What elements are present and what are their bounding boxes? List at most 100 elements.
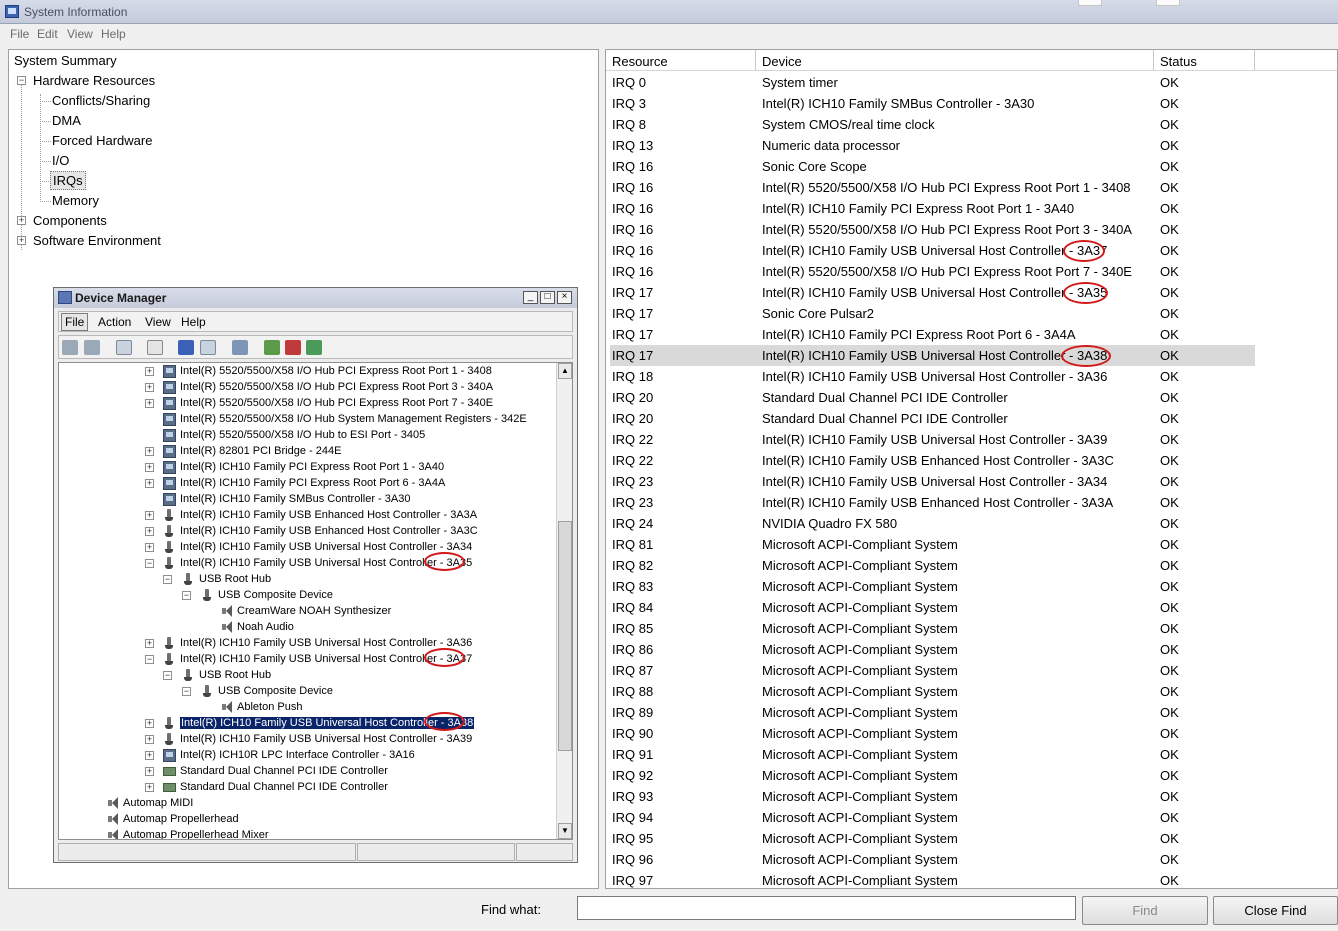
table-row[interactable]: IRQ 81 Microsoft ACPI-Compliant System OK [606,534,1337,555]
table-row[interactable]: IRQ 96 Microsoft ACPI-Compliant System OK [606,849,1337,870]
expand-icon[interactable]: + [145,543,154,552]
table-row[interactable]: IRQ 17 Sonic Core Pulsar2 OK [606,303,1337,324]
table-row[interactable]: IRQ 89 Microsoft ACPI-Compliant System OK [606,702,1337,723]
expand-icon[interactable]: + [145,735,154,744]
expand-icon[interactable]: + [145,527,154,536]
minimize-button[interactable] [1078,0,1102,6]
table-row[interactable]: IRQ 88 Microsoft ACPI-Compliant System OK [606,681,1337,702]
expand-icon[interactable]: + [145,639,154,648]
column-header-device[interactable]: Device [756,50,1154,71]
forward-icon[interactable] [84,340,100,355]
collapse-icon[interactable]: − [17,76,26,85]
table-row[interactable]: IRQ 8 System CMOS/real time clock OK [606,114,1337,135]
irq-table[interactable]: Resource Device Status IRQ 0 System timer… [605,49,1338,889]
expand-icon[interactable]: + [17,216,26,225]
table-row[interactable]: IRQ 20 Standard Dual Channel PCI IDE Cont… [606,408,1337,429]
scroll-down-icon[interactable]: ▼ [558,823,572,839]
scan-hardware-icon[interactable] [232,340,248,355]
uninstall-icon[interactable] [285,340,301,355]
collapse-icon[interactable]: − [182,591,191,600]
table-row[interactable]: IRQ 84 Microsoft ACPI-Compliant System OK [606,597,1337,618]
table-row[interactable]: IRQ 82 Microsoft ACPI-Compliant System OK [606,555,1337,576]
column-header-status[interactable]: Status [1154,50,1255,71]
tree-components[interactable]: Components [33,213,107,228]
close-find-button[interactable]: Close Find [1213,896,1338,925]
menu-edit[interactable]: Edit [37,27,58,41]
table-row[interactable]: IRQ 24 NVIDIA Quadro FX 580 OK [606,513,1337,534]
table-row[interactable]: IRQ 90 Microsoft ACPI-Compliant System OK [606,723,1337,744]
device-tree-scrollbar[interactable]: ▲ ▼ [556,363,572,839]
table-row[interactable]: IRQ 17 Intel(R) ICH10 Family USB Universa… [606,345,1337,366]
tree-dma[interactable]: DMA [52,113,81,128]
table-row[interactable]: IRQ 97 Microsoft ACPI-Compliant System OK [606,870,1337,888]
expand-icon[interactable]: + [17,236,26,245]
device-tree[interactable]: + Intel(R) 5520/5500/X58 I/O Hub PCI Expr… [58,362,573,840]
dm-minimize-button[interactable]: _ [523,291,538,304]
table-row[interactable]: IRQ 13 Numeric data processor OK [606,135,1337,156]
table-row[interactable]: IRQ 92 Microsoft ACPI-Compliant System OK [606,765,1337,786]
table-row[interactable]: IRQ 83 Microsoft ACPI-Compliant System OK [606,576,1337,597]
expand-icon[interactable]: + [145,719,154,728]
dm-restore-button[interactable]: □ [540,291,555,304]
dm-menu-help[interactable]: Help [181,315,206,329]
table-row[interactable]: IRQ 23 Intel(R) ICH10 Family USB Universa… [606,471,1337,492]
table-row[interactable]: IRQ 87 Microsoft ACPI-Compliant System OK [606,660,1337,681]
menu-file[interactable]: File [10,27,29,41]
table-row[interactable]: IRQ 0 System timer OK [606,72,1337,93]
scroll-up-icon[interactable]: ▲ [558,363,572,379]
table-row[interactable]: IRQ 22 Intel(R) ICH10 Family USB Universa… [606,429,1337,450]
tree-system-summary[interactable]: System Summary [14,53,117,68]
expand-icon[interactable]: + [145,751,154,760]
table-row[interactable]: IRQ 20 Standard Dual Channel PCI IDE Cont… [606,387,1337,408]
collapse-icon[interactable]: − [182,687,191,696]
expand-icon[interactable]: + [145,367,154,376]
table-row[interactable]: IRQ 91 Microsoft ACPI-Compliant System OK [606,744,1337,765]
expand-icon[interactable]: + [145,463,154,472]
table-row[interactable]: IRQ 18 Intel(R) ICH10 Family USB Universa… [606,366,1337,387]
menu-help[interactable]: Help [101,27,126,41]
maximize-button[interactable] [1156,0,1180,6]
table-row[interactable]: IRQ 95 Microsoft ACPI-Compliant System OK [606,828,1337,849]
scroll-thumb[interactable] [558,521,572,751]
tree-software-environment[interactable]: Software Environment [33,233,161,248]
expand-icon[interactable]: + [145,447,154,456]
find-button[interactable]: Find [1082,896,1208,925]
collapse-icon[interactable]: − [163,575,172,584]
table-row[interactable]: IRQ 16 Intel(R) ICH10 Family USB Universa… [606,240,1337,261]
table-row[interactable]: IRQ 94 Microsoft ACPI-Compliant System OK [606,807,1337,828]
table-row[interactable]: IRQ 86 Microsoft ACPI-Compliant System OK [606,639,1337,660]
tree-io[interactable]: I/O [52,153,69,168]
tree-memory[interactable]: Memory [52,193,99,208]
dm-menu-view[interactable]: View [145,315,171,329]
tree-hardware-resources[interactable]: Hardware Resources [33,73,155,88]
table-row[interactable]: IRQ 16 Intel(R) ICH10 Family PCI Express … [606,198,1337,219]
table-row[interactable]: IRQ 16 Intel(R) 5520/5500/X58 I/O Hub PCI… [606,219,1337,240]
collapse-icon[interactable]: − [163,671,172,680]
table-row[interactable]: IRQ 16 Intel(R) 5520/5500/X58 I/O Hub PCI… [606,177,1337,198]
column-header-resource[interactable]: Resource [606,50,756,71]
expand-icon[interactable]: + [145,399,154,408]
help-icon[interactable] [178,340,194,355]
menu-view[interactable]: View [67,27,93,41]
tree-irqs[interactable]: IRQs [50,171,86,190]
table-row[interactable]: IRQ 16 Intel(R) 5520/5500/X58 I/O Hub PCI… [606,261,1337,282]
table-row[interactable]: IRQ 16 Sonic Core Scope OK [606,156,1337,177]
properties-icon[interactable] [147,340,163,355]
table-row[interactable]: IRQ 85 Microsoft ACPI-Compliant System OK [606,618,1337,639]
view-icon[interactable] [200,340,216,355]
dm-menu-file[interactable]: File [61,313,89,331]
expand-icon[interactable]: + [145,767,154,776]
update-driver-icon[interactable] [264,340,280,355]
table-row[interactable]: IRQ 23 Intel(R) ICH10 Family USB Enhanced… [606,492,1337,513]
table-row[interactable]: IRQ 17 Intel(R) ICH10 Family PCI Express … [606,324,1337,345]
table-row[interactable]: IRQ 17 Intel(R) ICH10 Family USB Universa… [606,282,1337,303]
dm-menu-action[interactable]: Action [98,315,131,329]
expand-icon[interactable]: + [145,383,154,392]
collapse-icon[interactable]: − [145,559,154,568]
back-icon[interactable] [62,340,78,355]
show-hide-tree-icon[interactable] [116,340,132,355]
expand-icon[interactable]: + [145,479,154,488]
enable-device-icon[interactable] [306,340,322,355]
tree-conflicts-sharing[interactable]: Conflicts/Sharing [52,93,150,108]
table-row[interactable]: IRQ 22 Intel(R) ICH10 Family USB Enhanced… [606,450,1337,471]
